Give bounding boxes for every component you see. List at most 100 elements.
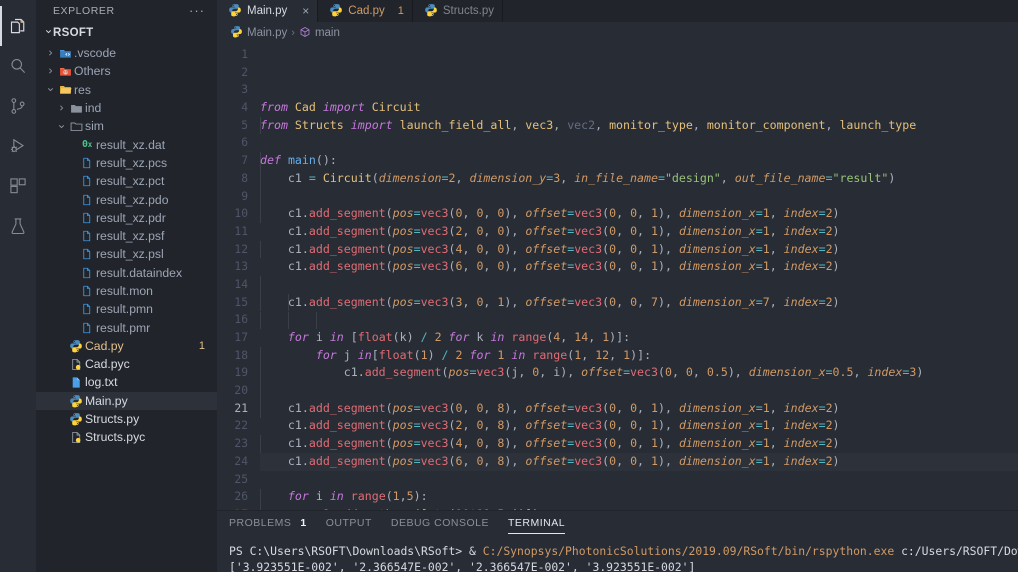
activity-bar bbox=[0, 0, 36, 572]
tree-folder-res[interactable]: res bbox=[36, 81, 217, 99]
code-line: c1 = Circuit(dimension=2, dimension_y=3,… bbox=[287, 170, 896, 185]
line-number: 11 bbox=[234, 224, 248, 238]
panel-tab-problems[interactable]: PROBLEMS 1 bbox=[229, 517, 307, 534]
tree-item-label: Structs.py bbox=[85, 412, 140, 427]
activity-search[interactable] bbox=[0, 46, 36, 86]
breadcrumb-symbol[interactable]: main bbox=[315, 27, 340, 39]
python-icon bbox=[228, 3, 242, 20]
explorer-sidebar: EXPLORER ··· RSOFT .vscode Others res ind si… bbox=[36, 0, 217, 572]
panel-tab-label: DEBUG CONSOLE bbox=[390, 516, 489, 529]
editor-tab-label: Main.py bbox=[247, 5, 288, 17]
file-blue-icon bbox=[78, 267, 96, 279]
tree-file-resultxzdat[interactable]: 0x result_xz.dat bbox=[36, 135, 217, 153]
code-line: def main(): bbox=[260, 153, 337, 168]
explorer-root-label: RSOFT bbox=[53, 27, 94, 39]
breadcrumb[interactable]: Main.py › main bbox=[217, 22, 1018, 44]
tree-item-label: Others bbox=[74, 64, 111, 79]
chevron-down-icon bbox=[44, 85, 56, 94]
tree-file-resultxzpct[interactable]: result_xz.pct bbox=[36, 172, 217, 190]
close-icon[interactable]: × bbox=[302, 5, 309, 17]
activity-testing[interactable] bbox=[0, 206, 36, 246]
editor-area: Main.py × Cad.py 1 Structs.py Main.py › main… bbox=[217, 0, 1018, 572]
activity-explorer[interactable] bbox=[0, 6, 36, 46]
tree-item-label: res bbox=[74, 82, 91, 97]
pyc-icon bbox=[67, 431, 85, 444]
tree-item-label: result.pmr bbox=[96, 320, 151, 335]
tree-file-cadpyc[interactable]: Cad.pyc bbox=[36, 355, 217, 373]
tree-file-resultxzpsl[interactable]: result_xz.psl bbox=[36, 245, 217, 263]
activity-source-control[interactable] bbox=[0, 86, 36, 126]
line-number: 14 bbox=[234, 277, 248, 291]
tree-item-label: result_xz.pdr bbox=[96, 210, 166, 225]
tree-item-label: Cad.pyc bbox=[85, 357, 130, 372]
tree-item-label: result.pmn bbox=[96, 302, 153, 317]
code-line: for j in[float(1) / 2 for 1 in range(1, … bbox=[315, 347, 652, 362]
tree-file-resultxzpsf[interactable]: result_xz.psf bbox=[36, 227, 217, 245]
tree-item-label: ind bbox=[85, 101, 102, 116]
editor-tab-cadpy[interactable]: Cad.py 1 bbox=[318, 0, 413, 22]
more-actions-icon[interactable]: ··· bbox=[189, 4, 205, 17]
code-line: for i in range(1,5): bbox=[287, 489, 428, 504]
line-number: 6 bbox=[241, 136, 248, 150]
line-number: 15 bbox=[234, 295, 248, 309]
file-blue-icon bbox=[78, 248, 96, 260]
tree-item-label: Main.py bbox=[85, 393, 128, 408]
line-number: 17 bbox=[234, 331, 248, 344]
tree-folder-sim[interactable]: sim bbox=[36, 117, 217, 135]
tree-file-resultmon[interactable]: result.mon bbox=[36, 282, 217, 300]
tree-file-resultxzpcs[interactable]: result_xz.pcs bbox=[36, 154, 217, 172]
terminal-output[interactable]: PS C:\Users\RSOFT\Downloads\RSoft> & C:/… bbox=[217, 539, 1018, 572]
chevron-down-icon bbox=[55, 122, 67, 131]
activity-run-and-debug[interactable] bbox=[0, 126, 36, 166]
tree-folder-ind[interactable]: ind bbox=[36, 99, 217, 117]
editor-tab-structspy[interactable]: Structs.py bbox=[412, 0, 504, 22]
search-icon bbox=[8, 56, 28, 76]
tree-file-structspy[interactable]: Structs.py bbox=[36, 410, 217, 428]
code-editor[interactable]: 1 2 3 4 5 6 7 8 9 10 11 12 13 14 15 16 17 18 19 20 21 22 23 24 2… bbox=[217, 44, 1018, 510]
python-icon bbox=[67, 394, 85, 408]
chevron-right-icon bbox=[44, 67, 56, 76]
tree-folder-vscode[interactable]: .vscode bbox=[36, 44, 217, 62]
tree-item-label: Structs.pyc bbox=[85, 430, 146, 445]
explorer-root-folder[interactable]: RSOFT bbox=[36, 22, 217, 44]
tree-file-resultxzpdo[interactable]: result_xz.pdo bbox=[36, 190, 217, 208]
terminal-result-line: ['3.923551E-002', '2.366547E-002', '2.36… bbox=[229, 559, 696, 572]
python-icon bbox=[424, 3, 438, 20]
tree-file-resultdataindex[interactable]: result.dataindex bbox=[36, 264, 217, 282]
code-content[interactable]: from Cad import Circuit from Structs impo… bbox=[257, 44, 1018, 510]
terminal-command-line: PS C:\Users\RSOFT\Downloads\RSoft> & C:/… bbox=[229, 544, 1018, 560]
pyc-icon bbox=[67, 358, 85, 371]
line-number: 21 bbox=[234, 401, 248, 415]
file-blue-icon bbox=[78, 303, 96, 315]
folder-generic-icon bbox=[67, 102, 85, 115]
editor-tab-mainpy[interactable]: Main.py × bbox=[217, 0, 319, 22]
python-icon bbox=[329, 3, 343, 20]
editor-tab-badge: 1 bbox=[397, 5, 404, 17]
line-number: 3 bbox=[241, 83, 248, 97]
panel-tab-output[interactable]: OUTPUT bbox=[326, 517, 372, 534]
tree-file-structspyc[interactable]: Structs.pyc bbox=[36, 428, 217, 446]
tree-folder-others[interactable]: Others bbox=[36, 62, 217, 80]
file-blue-icon bbox=[78, 230, 96, 242]
activity-extensions[interactable] bbox=[0, 166, 36, 206]
tree-file-resultpmn[interactable]: result.pmn bbox=[36, 300, 217, 318]
tree-file-resultxzpdr[interactable]: result_xz.pdr bbox=[36, 209, 217, 227]
tree-item-label: result_xz.pdo bbox=[96, 192, 169, 207]
folder-others-icon bbox=[56, 65, 74, 78]
tree-file-mainpy[interactable]: Main.py bbox=[36, 391, 217, 410]
tree-file-cadpy[interactable]: Cad.py 1 bbox=[36, 337, 217, 355]
panel-tab-terminal[interactable]: TERMINAL bbox=[507, 517, 566, 534]
panel-tab-debugconsole[interactable]: DEBUG CONSOLE bbox=[391, 517, 489, 534]
breadcrumb-file[interactable]: Main.py bbox=[247, 27, 287, 39]
folder-res-icon bbox=[56, 83, 74, 96]
tree-file-logtxt[interactable]: log.txt bbox=[36, 373, 217, 391]
file-tree[interactable]: .vscode Others res ind sim 0x result_xz.dat res… bbox=[36, 44, 217, 572]
file-blue-icon bbox=[78, 212, 96, 224]
tree-file-resultpmr[interactable]: result.pmr bbox=[36, 318, 217, 336]
tree-item-label: .vscode bbox=[74, 46, 117, 61]
folder-generic-open-icon bbox=[67, 120, 85, 133]
python-icon bbox=[230, 25, 243, 41]
